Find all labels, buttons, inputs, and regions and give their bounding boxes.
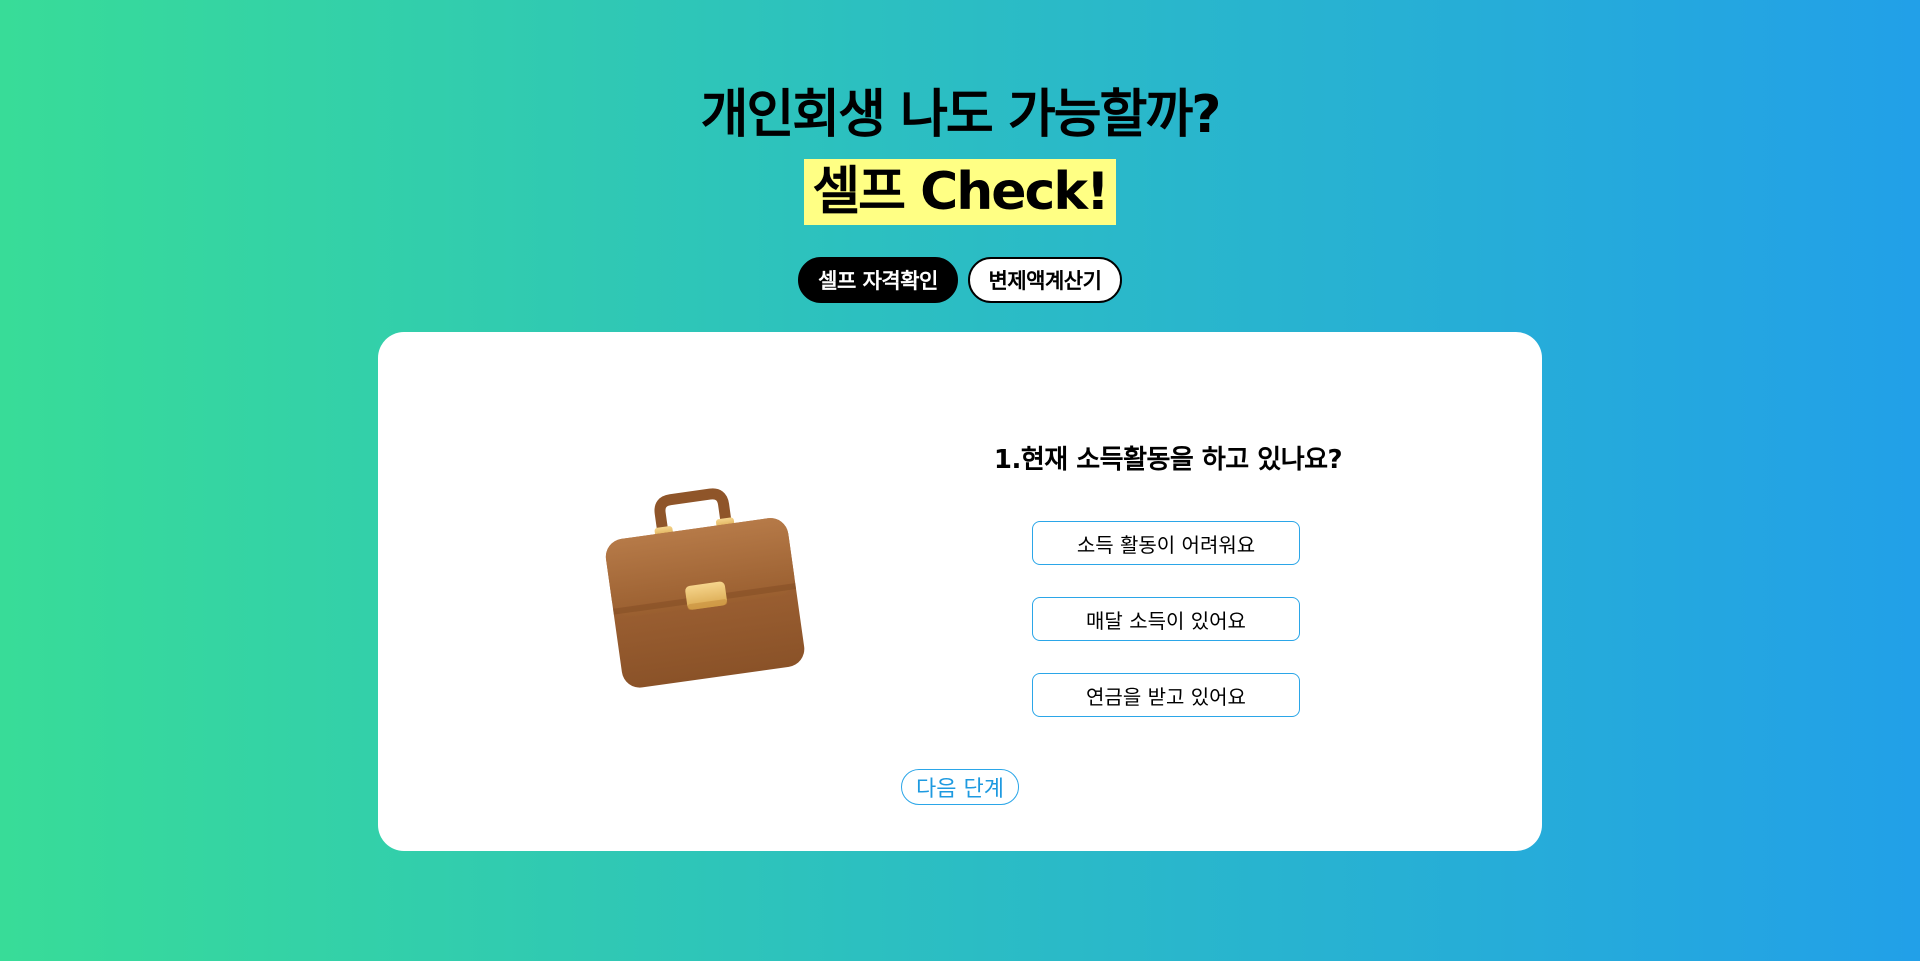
page-title: 개인회생 나도 가능할까? xyxy=(700,85,1222,145)
tab-repayment-calculator[interactable]: 변제액계산기 xyxy=(968,257,1122,303)
tab-self-check[interactable]: 셀프 자격확인 xyxy=(798,257,958,303)
quiz-card: 1.현재 소득활동을 하고 있나요? 소득 활동이 어려워요 매달 소득이 있어… xyxy=(378,332,1542,851)
option-button[interactable]: 매달 소득이 있어요 xyxy=(1032,597,1300,641)
option-button[interactable]: 연금을 받고 있어요 xyxy=(1032,673,1300,717)
question-text: 1.현재 소득활동을 하고 있나요? xyxy=(993,445,1343,475)
option-button[interactable]: 소득 활동이 어려워요 xyxy=(1032,521,1300,565)
page-subtitle-highlight: 셀프 Check! xyxy=(804,159,1116,225)
tab-bar: 셀프 자격확인 변제액계산기 xyxy=(0,257,1920,303)
next-step-button[interactable]: 다음 단계 xyxy=(901,769,1019,805)
briefcase-icon xyxy=(605,488,805,688)
subtitle-wrap: 셀프 Check! xyxy=(0,159,1920,225)
